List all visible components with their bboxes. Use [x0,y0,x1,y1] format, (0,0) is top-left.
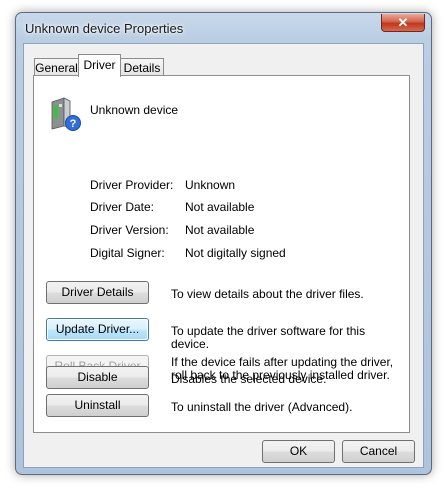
tab-driver[interactable]: Driver [78,54,121,77]
driver-details-description: To view details about the driver files. [171,287,364,301]
disable-button[interactable]: Disable [46,366,149,389]
digital-signer-label: Digital Signer: [90,246,165,260]
uninstall-description: To uninstall the driver (Advanced). [171,400,353,414]
driver-provider-value: Unknown [185,178,236,192]
driver-tab-panel: ? Unknown device Driver Provider: Unknow… [33,75,410,433]
device-name: Unknown device [90,103,179,117]
digital-signer-value: Not digitally signed [185,246,286,260]
unknown-device-icon: ? [51,97,81,131]
driver-date-label: Driver Date: [90,200,155,214]
driver-version-value: Not available [185,223,255,237]
update-driver-description: To update the driver software for this d… [171,324,366,351]
tab-general[interactable]: General [34,58,79,76]
tab-details[interactable]: Details [120,58,164,76]
driver-details-button[interactable]: Driver Details [46,281,149,304]
close-icon: ✕ [397,15,409,30]
title-bar[interactable]: Unknown device Properties ✕ [16,13,431,43]
uninstall-button[interactable]: Uninstall [46,394,149,417]
ok-button[interactable]: OK [262,440,335,463]
close-button[interactable]: ✕ [381,14,425,32]
properties-dialog: Unknown device Properties ✕ General Driv… [15,12,432,475]
svg-text:?: ? [70,118,77,130]
update-driver-button[interactable]: Update Driver... [46,318,149,341]
driver-provider-label: Driver Provider: [90,178,174,192]
driver-version-label: Driver Version: [90,223,169,237]
disable-description: Disables the selected device. [171,372,327,386]
window-title: Unknown device Properties [25,21,184,36]
cancel-button[interactable]: Cancel [342,440,415,463]
driver-date-value: Not available [185,200,255,214]
